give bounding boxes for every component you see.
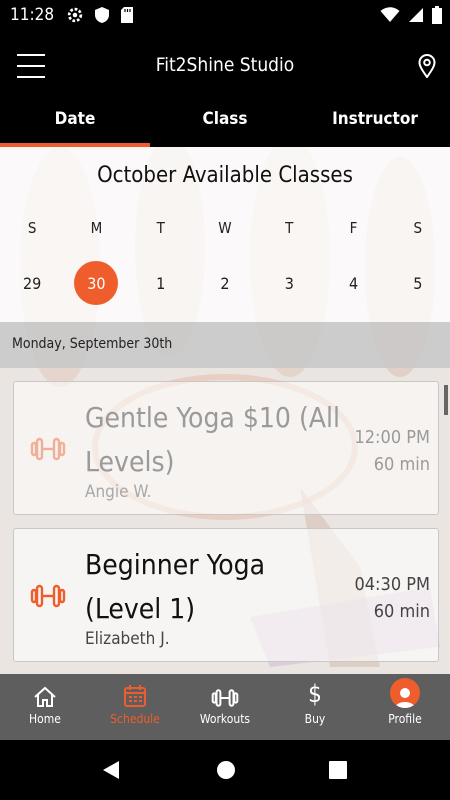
weekday-label: T: [285, 219, 294, 237]
dumbbell-icon: [30, 437, 66, 461]
class-instructor: Angie W.: [85, 482, 152, 502]
battery-icon: [432, 6, 442, 24]
tab-class[interactable]: Class: [150, 100, 300, 147]
class-time-block: 12:00 PM 60 min: [354, 424, 430, 478]
sd-card-icon: [121, 7, 133, 23]
scrollbar[interactable]: [444, 385, 448, 415]
nav-home[interactable]: Home: [0, 674, 90, 740]
class-time-block: 04:30 PM 60 min: [354, 571, 430, 625]
tab-date[interactable]: Date: [0, 100, 150, 147]
day-header: Monday, September 30th: [0, 322, 450, 368]
date-row: 29 30 1 2 3 4 5: [0, 261, 450, 305]
class-duration: 60 min: [373, 454, 430, 475]
app-title: Fit2Shine Studio: [155, 54, 295, 76]
date-cell[interactable]: 3: [267, 261, 311, 305]
tab-bar: Date Class Instructor: [0, 100, 450, 147]
home-icon: [34, 686, 56, 707]
class-name: Beginner Yoga (Level 1): [85, 548, 266, 625]
calendar-icon: [124, 685, 146, 707]
date-cell[interactable]: 5: [396, 261, 440, 305]
back-icon[interactable]: [102, 760, 120, 780]
nav-schedule[interactable]: Schedule: [90, 674, 180, 740]
nav-label: Home: [29, 712, 61, 726]
system-nav-bar: [0, 740, 450, 800]
status-time: 11:28: [10, 5, 55, 25]
class-card[interactable]: Gentle Yoga $10 (All Levels) Angie W. 12…: [13, 381, 439, 515]
date-cell[interactable]: 4: [332, 261, 376, 305]
status-icons-right: [380, 6, 442, 24]
class-time: 12:00 PM: [354, 427, 430, 448]
nav-label: Profile: [388, 712, 422, 726]
day-header-text: Monday, September 30th: [12, 336, 173, 352]
date-cell[interactable]: 1: [139, 261, 183, 305]
nav-buy[interactable]: $ Buy: [270, 674, 360, 740]
dumbbell-icon: [211, 689, 239, 707]
tab-instructor[interactable]: Instructor: [300, 100, 450, 147]
class-name: Gentle Yoga $10 (All Levels): [85, 401, 340, 478]
home-circle-icon[interactable]: [216, 760, 236, 780]
wifi-icon: [380, 7, 400, 22]
status-bar: 11:28: [0, 0, 450, 32]
nav-workouts[interactable]: Workouts: [180, 674, 270, 740]
date-cell[interactable]: 2: [203, 261, 247, 305]
nav-label: Schedule: [110, 712, 160, 726]
weekday-label: M: [90, 219, 103, 237]
hamburger-icon-line: [17, 76, 45, 78]
schedule-content: October Available Classes S M T W T F S …: [0, 147, 450, 674]
app-bar: Fit2Shine Studio: [0, 32, 450, 100]
date-cell-selected[interactable]: 30: [74, 261, 119, 305]
class-card[interactable]: Beginner Yoga (Level 1) Elizabeth J. 04:…: [13, 528, 439, 662]
dumbbell-icon: [30, 584, 66, 608]
settings-gear-icon: [67, 7, 83, 23]
weekday-label: F: [349, 219, 358, 237]
class-time: 04:30 PM: [354, 574, 430, 595]
class-instructor: Elizabeth J.: [85, 629, 170, 649]
weekday-row: S M T W T F S: [0, 219, 450, 237]
location-pin-icon[interactable]: [418, 54, 436, 78]
shield-icon: [95, 7, 109, 23]
nav-profile[interactable]: Profile: [360, 674, 450, 740]
signal-icon: [409, 8, 423, 22]
weekday-label: S: [27, 219, 37, 237]
avatar-icon: [390, 678, 420, 708]
calendar-title: October Available Classes: [97, 163, 353, 188]
calendar: October Available Classes S M T W T F S …: [0, 147, 450, 322]
recents-icon[interactable]: [329, 761, 347, 779]
bottom-nav: Home Schedule Workouts $ Buy Profile: [0, 674, 450, 740]
weekday-label: S: [413, 219, 423, 237]
weekday-label: T: [156, 219, 165, 237]
status-icons-left: [66, 6, 134, 24]
nav-label: Workouts: [199, 712, 251, 726]
weekday-label: W: [218, 219, 232, 237]
date-cell[interactable]: 29: [10, 261, 54, 305]
nav-label: Buy: [304, 712, 326, 726]
dollar-icon: $: [308, 680, 322, 708]
class-duration: 60 min: [373, 601, 430, 622]
